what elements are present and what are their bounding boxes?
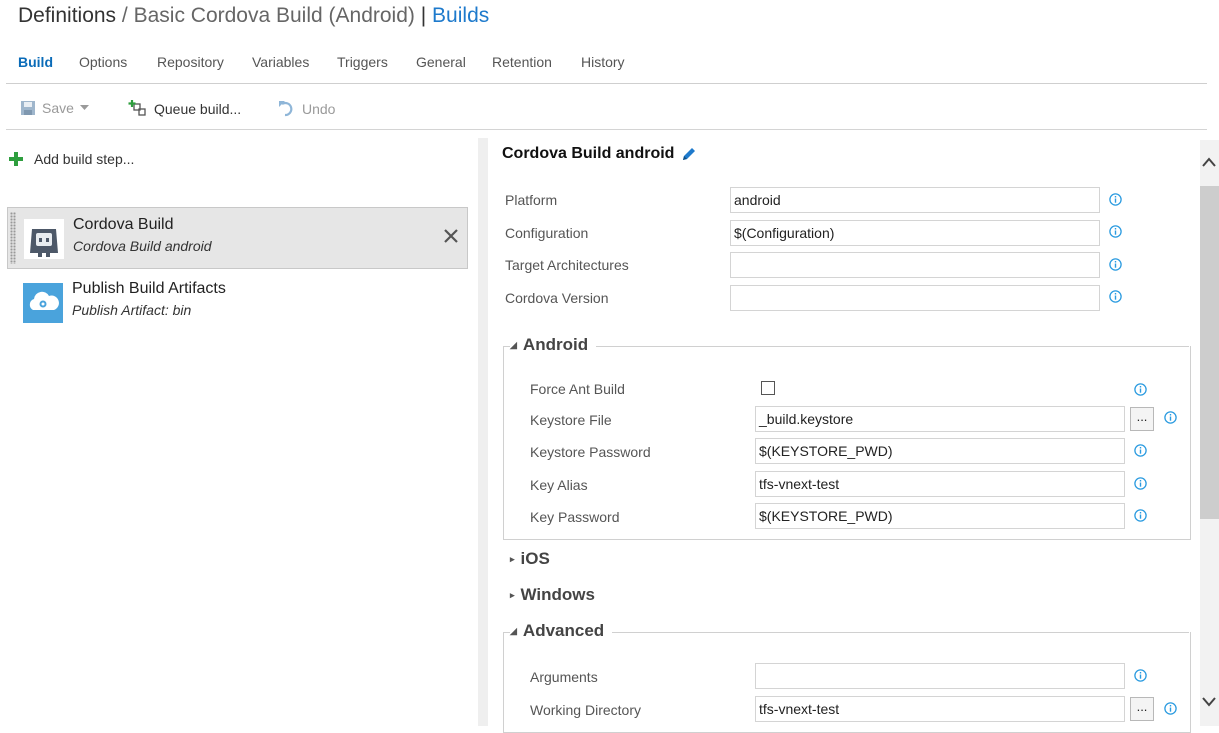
browse-button[interactable]: ... xyxy=(1130,697,1154,721)
android-section-title: Android xyxy=(522,335,589,354)
info-icon[interactable] xyxy=(1164,702,1177,715)
scroll-down-arrow-icon[interactable] xyxy=(1201,696,1217,708)
queue-build-button[interactable]: Queue build... xyxy=(128,100,241,118)
step-description: Cordova Build android xyxy=(73,238,212,254)
close-icon[interactable] xyxy=(441,226,461,246)
tab-variables[interactable]: Variables xyxy=(252,54,309,70)
collapse-triangle-icon: ◢ xyxy=(510,339,517,350)
chevron-down-icon xyxy=(79,105,89,110)
info-icon[interactable] xyxy=(1134,509,1147,522)
info-icon[interactable] xyxy=(1109,290,1122,303)
field-label: Working Directory xyxy=(530,702,641,718)
tab-triggers[interactable]: Triggers xyxy=(337,54,388,70)
info-icon[interactable] xyxy=(1134,444,1147,457)
keystore-password-input[interactable]: $(KEYSTORE_PWD) xyxy=(755,438,1125,464)
step-details-title: Cordova Build android xyxy=(502,145,698,163)
field-label: Platform xyxy=(505,192,558,208)
tab-general[interactable]: General xyxy=(416,54,466,70)
step-name: Publish Build Artifacts xyxy=(72,280,226,297)
info-icon[interactable] xyxy=(1109,225,1122,238)
breadcrumb-definitions[interactable]: Definitions xyxy=(18,4,116,27)
windows-section-header[interactable]: ▸ Windows xyxy=(510,585,603,605)
step-description: Publish Artifact: bin xyxy=(72,302,192,318)
keystore-file-input[interactable]: _build.keystore xyxy=(755,406,1125,432)
ios-section-header[interactable]: ▸ iOS xyxy=(510,549,558,569)
platform-input[interactable]: android xyxy=(730,187,1100,213)
publish-artifacts-icon xyxy=(23,283,63,323)
tab-history[interactable]: History xyxy=(581,54,625,70)
scroll-up-arrow-icon[interactable] xyxy=(1201,156,1217,168)
force-ant-build-checkbox[interactable] xyxy=(761,381,775,395)
info-icon[interactable] xyxy=(1109,258,1122,271)
collapse-triangle-icon: ◢ xyxy=(510,625,517,636)
info-icon[interactable] xyxy=(1164,411,1177,424)
definition-name: Basic Cordova Build (Android) xyxy=(133,4,415,27)
field-label: Target Architectures xyxy=(505,257,629,273)
page-title: Definitions / Basic Cordova Build (Andro… xyxy=(18,4,489,28)
arguments-input[interactable] xyxy=(755,663,1125,689)
undo-button[interactable]: Undo xyxy=(278,100,335,118)
info-icon[interactable] xyxy=(1109,193,1122,206)
tab-options[interactable]: Options xyxy=(79,54,127,70)
ios-section-title: iOS xyxy=(520,549,550,568)
info-icon[interactable] xyxy=(1134,477,1147,490)
tab-divider xyxy=(6,83,1207,84)
queue-build-icon xyxy=(128,100,146,116)
step-name: Cordova Build xyxy=(73,216,174,233)
tab-repository[interactable]: Repository xyxy=(157,54,224,70)
field-label: Cordova Version xyxy=(505,290,609,306)
key-alias-input[interactable]: tfs-vnext-test xyxy=(755,471,1125,497)
step-cordova-build[interactable]: Cordova Build Cordova Build android xyxy=(7,207,468,269)
pencil-icon[interactable] xyxy=(680,145,698,163)
toolbar: Save Queue build... Undo xyxy=(0,92,1210,128)
group-divider xyxy=(503,346,1189,347)
browse-button[interactable]: ... xyxy=(1130,407,1154,431)
step-publish-build-artifacts[interactable]: Publish Build Artifacts Publish Artifact… xyxy=(7,272,468,334)
windows-section-title: Windows xyxy=(520,585,595,604)
plus-icon xyxy=(9,152,23,166)
save-icon xyxy=(21,101,35,115)
cordova-icon xyxy=(24,219,64,259)
field-label: Keystore File xyxy=(530,412,612,428)
drag-handle[interactable] xyxy=(10,212,16,264)
add-build-step-button[interactable]: Add build step... xyxy=(8,151,134,167)
step-details-title-text: Cordova Build android xyxy=(502,145,675,162)
tab-build[interactable]: Build xyxy=(18,54,53,70)
field-label: Force Ant Build xyxy=(530,381,625,397)
save-button[interactable]: Save xyxy=(20,100,89,116)
cordova-version-input[interactable] xyxy=(730,285,1100,311)
advanced-section-title: Advanced xyxy=(522,621,605,640)
expand-triangle-icon: ▸ xyxy=(510,553,515,564)
info-icon[interactable] xyxy=(1134,669,1147,682)
field-label: Key Password xyxy=(530,509,620,525)
key-password-input[interactable]: $(KEYSTORE_PWD) xyxy=(755,503,1125,529)
advanced-section-header[interactable]: ◢ Advanced xyxy=(510,621,613,641)
target-architectures-input[interactable] xyxy=(730,252,1100,278)
scrollbar-thumb[interactable] xyxy=(1200,186,1219,519)
field-label: Configuration xyxy=(505,225,589,241)
working-directory-input[interactable]: tfs-vnext-test xyxy=(755,696,1125,722)
field-label: Keystore Password xyxy=(530,444,651,460)
expand-triangle-icon: ▸ xyxy=(510,589,515,600)
breadcrumb-separator: / xyxy=(121,4,128,27)
field-label: Key Alias xyxy=(530,477,588,493)
builds-link[interactable]: Builds xyxy=(432,4,489,27)
undo-icon xyxy=(279,101,293,117)
pane-splitter[interactable] xyxy=(478,138,488,726)
android-section-header[interactable]: ◢ Android xyxy=(510,335,597,355)
undo-label: Undo xyxy=(302,101,336,117)
info-icon[interactable] xyxy=(1134,383,1147,396)
tab-retention[interactable]: Retention xyxy=(492,54,552,70)
save-label: Save xyxy=(42,100,74,116)
title-pipe: | xyxy=(420,4,427,27)
queue-build-label: Queue build... xyxy=(154,101,242,117)
add-build-step-label: Add build step... xyxy=(34,151,135,167)
field-label: Arguments xyxy=(530,669,598,685)
configuration-input[interactable]: $(Configuration) xyxy=(730,220,1100,246)
